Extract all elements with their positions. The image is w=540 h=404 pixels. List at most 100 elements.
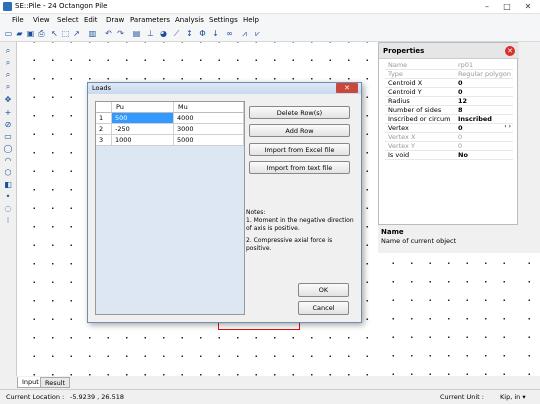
menu-help[interactable]: Help	[243, 16, 259, 24]
arc-tool-icon[interactable]: ◠	[3, 156, 13, 166]
dialog-close-icon[interactable]: ✕	[336, 83, 358, 93]
prop-value: 0	[458, 133, 463, 141]
chart-alt-icon[interactable]: ⩗	[253, 29, 262, 39]
menu-settings[interactable]: Settings	[209, 16, 238, 24]
unit-select[interactable]: Kip, in ▾	[500, 393, 526, 401]
shape-tool-icon[interactable]: ◧	[3, 180, 13, 190]
menu-file[interactable]: File	[12, 16, 24, 24]
zoom-in-icon[interactable]: ⌕	[3, 46, 13, 56]
down-arrow-icon[interactable]: ↓	[211, 29, 220, 39]
prop-value: 0	[458, 124, 463, 132]
menu-select[interactable]: Select	[57, 16, 79, 24]
properties-header: Properties ✕	[379, 43, 519, 59]
link-icon[interactable]: ∞	[225, 29, 234, 39]
select-box-icon[interactable]: ⬚	[61, 29, 70, 39]
properties-title: Properties	[383, 47, 425, 55]
circle-bars-icon[interactable]: ◌	[3, 204, 13, 214]
zoom-window-icon[interactable]: ⌕	[3, 70, 13, 80]
delete-rows-button[interactable]: Delete Row(s)	[249, 106, 350, 119]
pie-icon[interactable]: ◕	[159, 29, 168, 39]
drawing-canvas-right[interactable]	[378, 253, 518, 376]
cell-pu[interactable]: 500	[112, 113, 174, 124]
menu-parameters[interactable]: Parameters	[130, 16, 170, 24]
prop-row-centroid-y[interactable]: Centroid Y 0	[385, 88, 513, 97]
prop-row-name[interactable]: Name rp01	[385, 61, 513, 70]
note-2: 2. Compressive axial force is positive.	[246, 237, 333, 252]
redo-icon[interactable]: ↷	[116, 29, 125, 39]
select-arrow-icon[interactable]: ↖	[50, 29, 59, 39]
toolbar: ▭ ▰ ▣ ⎙ ↖ ⬚ ↗ ▥ ↶ ↷ ▤ ⊥ ◕ ⟋ ↕ Φ ↓ ∞ ⩘ ⩗	[0, 27, 540, 42]
save-icon[interactable]: ▣	[26, 29, 35, 39]
prop-row-vertex-x[interactable]: Vertex X 0	[385, 133, 513, 142]
menu-edit[interactable]: Edit	[84, 16, 98, 24]
prop-row-vertex[interactable]: Vertex 0 ‹ ›	[385, 123, 513, 133]
ok-button[interactable]: OK	[298, 283, 349, 297]
point-icon[interactable]: +	[3, 108, 13, 118]
zoom-out-icon[interactable]: ⌕	[3, 58, 13, 68]
import-excel-button[interactable]: Import from Excel file	[249, 143, 350, 156]
view-tabs: Input Result	[16, 376, 540, 389]
ellipse-tool-icon[interactable]: ◯	[3, 144, 13, 154]
chart-icon[interactable]: ⩘	[240, 29, 249, 39]
prop-value: 0	[458, 88, 463, 96]
prop-key: Vertex	[388, 124, 409, 132]
tab-result[interactable]: Result	[40, 377, 71, 388]
zoom-extent-icon[interactable]: ⌕	[3, 82, 13, 92]
note-1: 1. Moment in the negative direction of a…	[246, 217, 354, 232]
close-window-button[interactable]: ✕	[519, 1, 537, 12]
line-icon[interactable]: ⟋	[172, 29, 181, 39]
minimize-button[interactable]: –	[478, 1, 496, 12]
cell-mu[interactable]: 4000	[174, 113, 244, 124]
prop-value: rp01	[458, 61, 474, 69]
polygon-tool-icon[interactable]: ⬡	[3, 168, 13, 178]
table-icon[interactable]: ▤	[132, 29, 141, 39]
menu-view[interactable]: View	[33, 16, 50, 24]
maximize-button[interactable]: □	[498, 1, 516, 12]
prop-key: Vertex X	[388, 133, 416, 141]
left-toolbox: ⌕ ⌕ ⌕ ⌕ ✥ + ⊘ ▭ ◯ ◠ ⬡ ◧ • ◌ ⁝	[0, 42, 16, 376]
select-arrow-alt-icon[interactable]: ↗	[72, 29, 81, 39]
cell-mu[interactable]: 5000	[174, 135, 244, 146]
pan-icon[interactable]: ✥	[3, 95, 13, 105]
cancel-button[interactable]: Cancel	[298, 301, 349, 315]
row-number[interactable]: 3	[96, 135, 112, 146]
prop-row-radius[interactable]: Radius 12	[385, 97, 513, 106]
column-header-pu[interactable]: Pu	[112, 102, 174, 113]
cell-pu[interactable]: 1000	[112, 135, 174, 146]
property-description: Name Name of current object	[378, 224, 518, 253]
column-header-mu[interactable]: Mu	[174, 102, 244, 113]
menu-analysis[interactable]: Analysis	[175, 16, 204, 24]
vertex-stepper-icon[interactable]: ‹ ›	[504, 123, 511, 130]
grid-corner	[96, 102, 112, 113]
delete-icon[interactable]: ▥	[88, 29, 97, 39]
print-icon[interactable]: ⎙	[37, 29, 46, 39]
row-number[interactable]: 1	[96, 113, 112, 124]
prop-key: Name	[388, 61, 408, 69]
prop-row-sides[interactable]: Number of sides 8	[385, 106, 513, 115]
prop-value: No	[458, 151, 468, 159]
prop-row-vertex-y[interactable]: Vertex Y 0	[385, 142, 513, 151]
cell-pu[interactable]: -250	[112, 124, 174, 135]
drawing-canvas-edge[interactable]	[518, 253, 540, 376]
dimension-icon[interactable]: ↕	[185, 29, 194, 39]
row-number[interactable]: 2	[96, 124, 112, 135]
prop-row-type[interactable]: Type Regular polygon	[385, 70, 513, 79]
open-folder-icon[interactable]: ▰	[15, 29, 24, 39]
prop-row-centroid-x[interactable]: Centroid X 0	[385, 79, 513, 88]
add-row-button[interactable]: Add Row	[249, 124, 350, 137]
bar-tool-icon[interactable]: •	[3, 192, 13, 202]
prop-row-inscribed[interactable]: Inscribed or circumscribed Inscribed	[385, 115, 513, 124]
close-panel-icon[interactable]: ✕	[505, 46, 515, 56]
import-text-button[interactable]: Import from text file	[249, 161, 350, 174]
new-file-icon[interactable]: ▭	[4, 29, 13, 39]
tree-icon[interactable]: ⊥	[146, 29, 155, 39]
prop-key: Vertex Y	[388, 142, 415, 150]
rectangle-tool-icon[interactable]: ▭	[3, 132, 13, 142]
prop-row-is-void[interactable]: Is void No	[385, 151, 513, 160]
circle-tool-icon[interactable]: ⊘	[3, 120, 13, 130]
phi-icon[interactable]: Φ	[198, 29, 207, 39]
undo-icon[interactable]: ↶	[104, 29, 113, 39]
grid-bars-icon[interactable]: ⁝	[3, 216, 13, 226]
cell-mu[interactable]: 3000	[174, 124, 244, 135]
menu-draw[interactable]: Draw	[106, 16, 124, 24]
